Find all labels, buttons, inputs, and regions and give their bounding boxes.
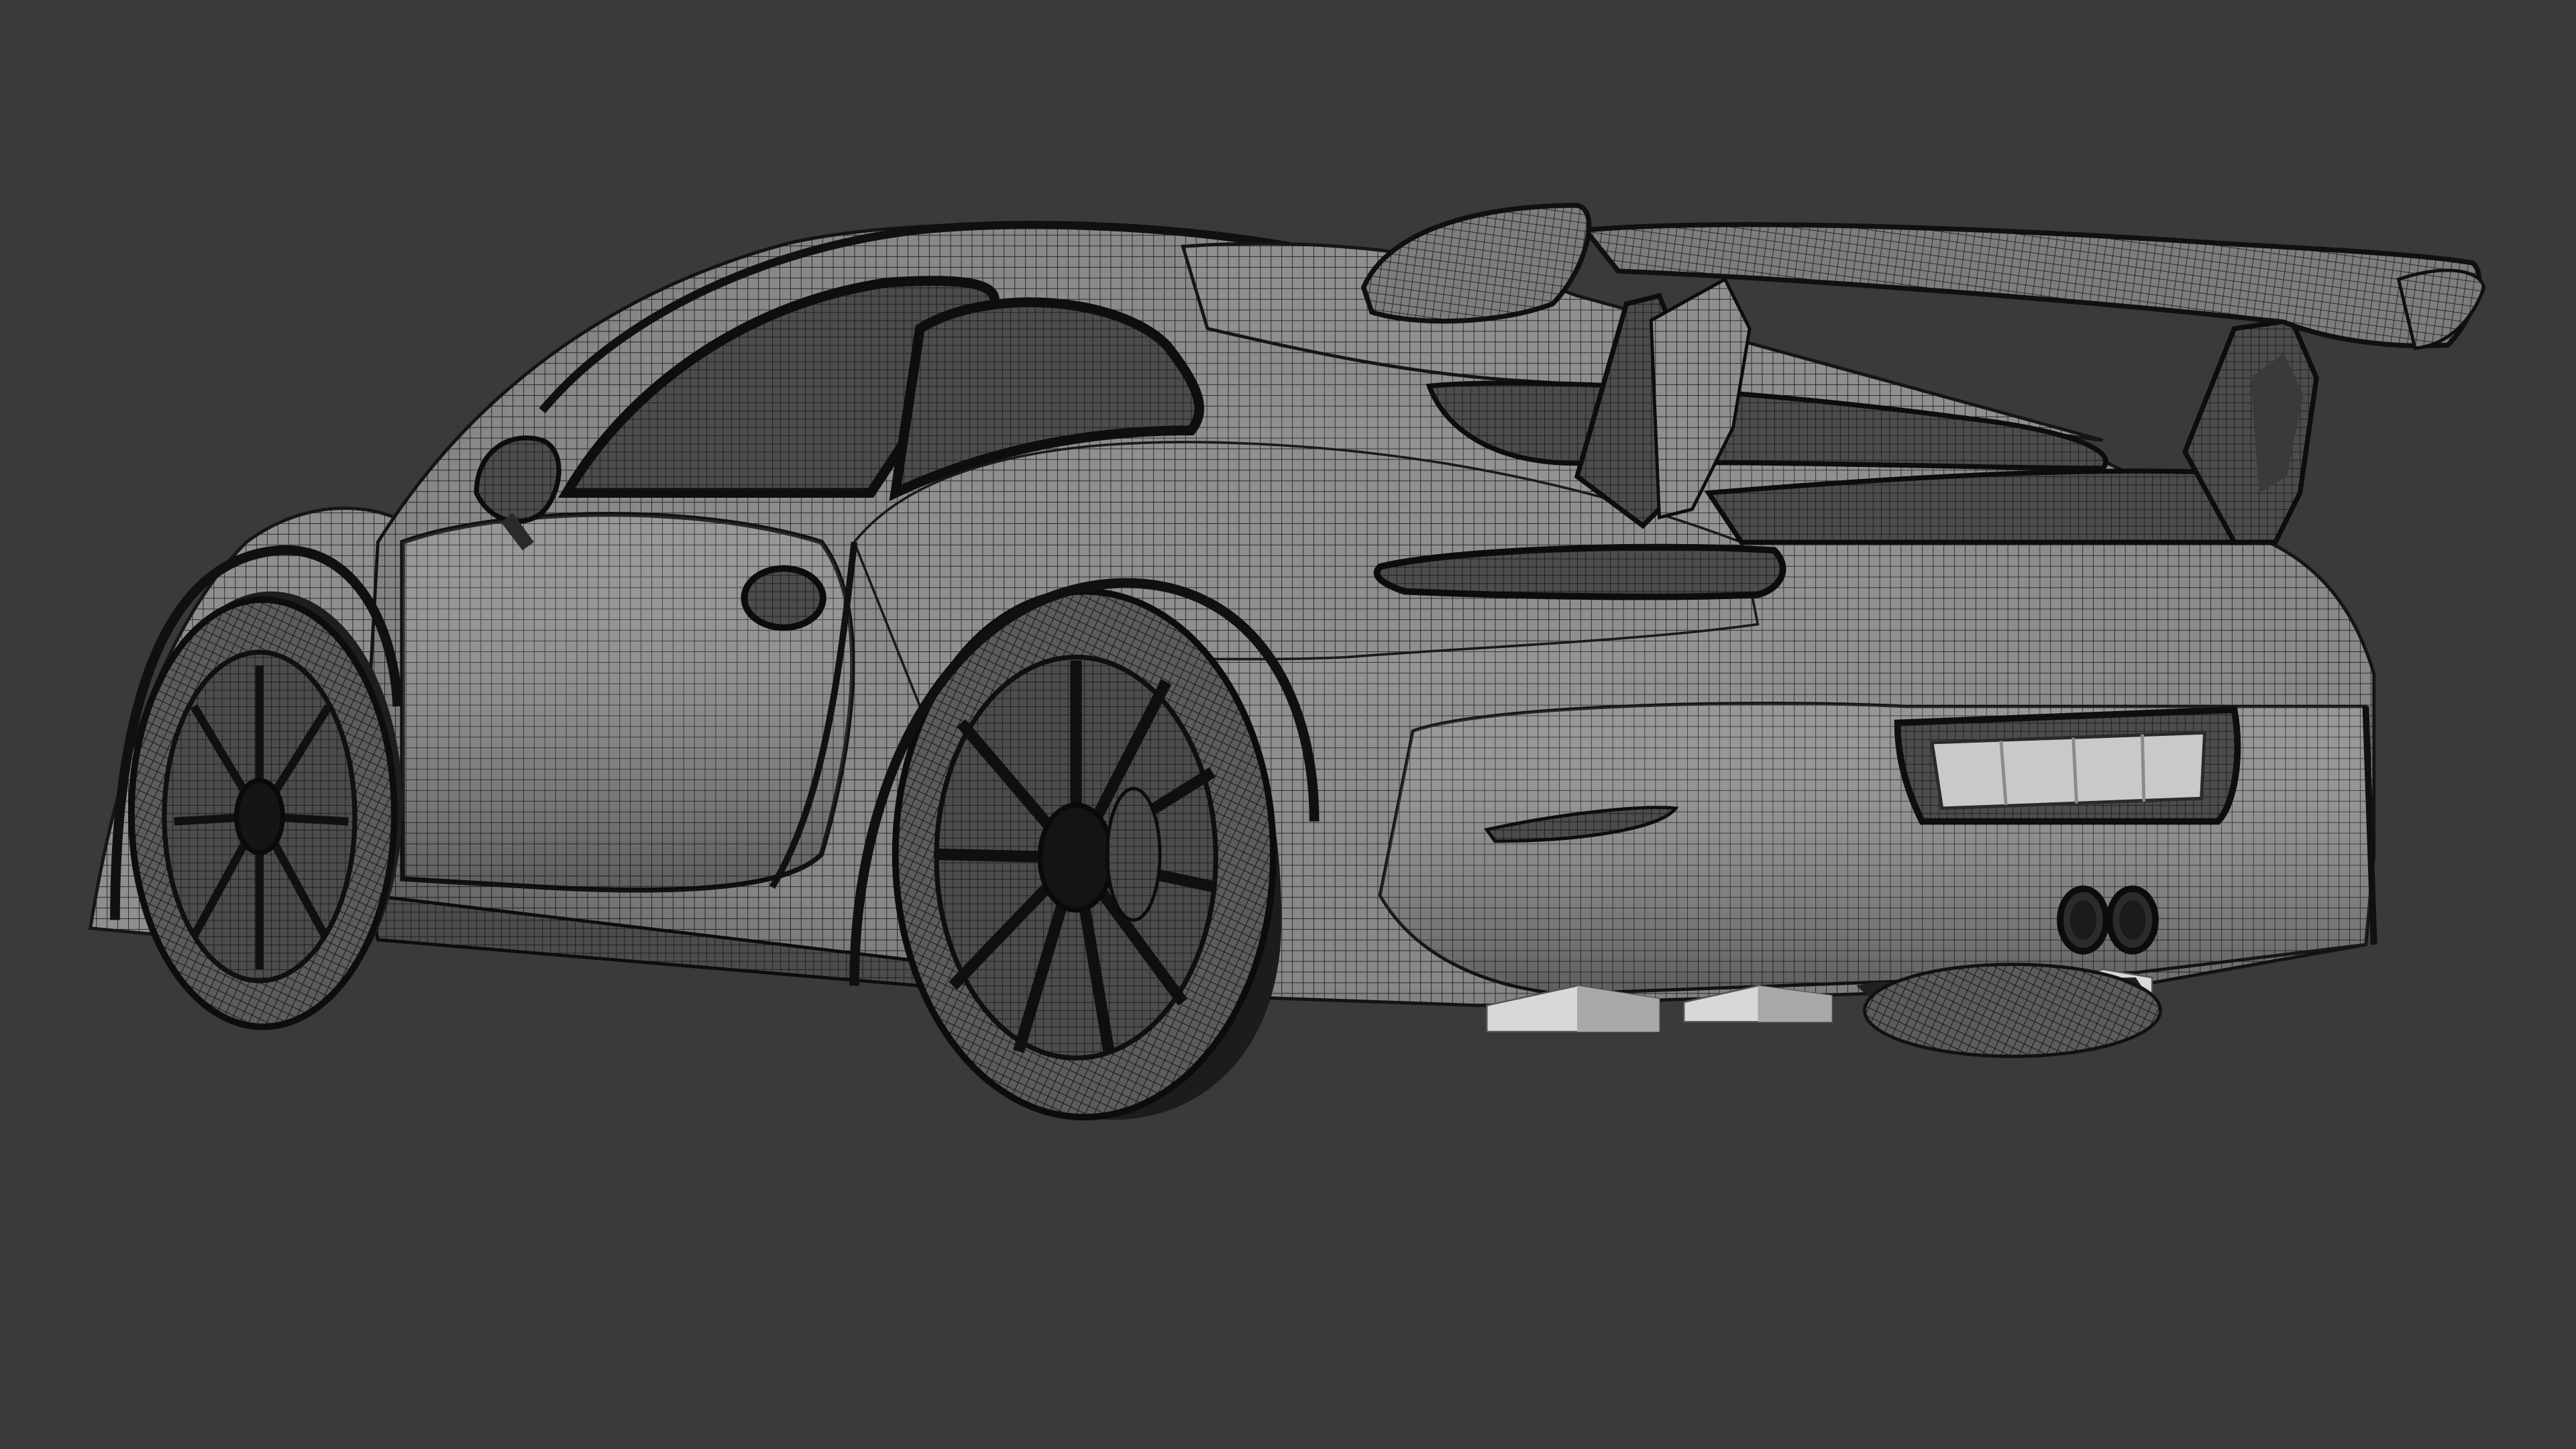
tail-light xyxy=(1373,543,1786,600)
far-rear-tire xyxy=(1863,963,2162,1059)
sports-car-wireframe-icon xyxy=(0,0,2576,1449)
license-plate xyxy=(1930,731,2207,810)
door-handle xyxy=(741,565,826,631)
render-viewport xyxy=(0,0,2576,1449)
